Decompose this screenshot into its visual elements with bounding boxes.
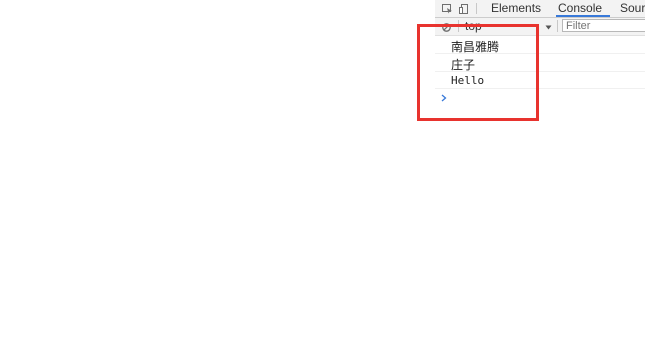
device-toolbar-icon[interactable] (459, 3, 470, 14)
tab-console[interactable]: Console (558, 1, 602, 15)
inspect-element-icon[interactable] (442, 3, 453, 14)
console-message: 庄子 (435, 54, 645, 72)
toolbar-divider-2 (557, 20, 558, 32)
context-selector[interactable]: top (465, 19, 555, 33)
console-message-text: 南昌雅腾 (451, 40, 500, 54)
dropdown-arrow-icon[interactable] (545, 20, 552, 30)
active-tab-indicator (556, 15, 610, 17)
page: Elements Console Sour top 南昌雅 (0, 0, 645, 347)
tabbar-divider (476, 3, 477, 14)
clear-console-icon[interactable] (442, 21, 451, 32)
console-prompt[interactable] (435, 88, 645, 102)
console-toolbar: top (435, 18, 645, 36)
console-message: Hello (435, 71, 645, 89)
tab-elements[interactable]: Elements (491, 1, 541, 15)
devtools-panel: Elements Console Sour top 南昌雅 (435, 0, 645, 102)
toolbar-divider (458, 20, 459, 32)
console-message: 南昌雅腾 (435, 36, 645, 54)
devtools-tabbar: Elements Console Sour (435, 0, 645, 18)
tab-sources[interactable]: Sour (620, 1, 645, 15)
console-message-text: Hello (451, 74, 485, 87)
filter-input[interactable] (562, 19, 645, 32)
console-prompt-icon (441, 91, 447, 102)
